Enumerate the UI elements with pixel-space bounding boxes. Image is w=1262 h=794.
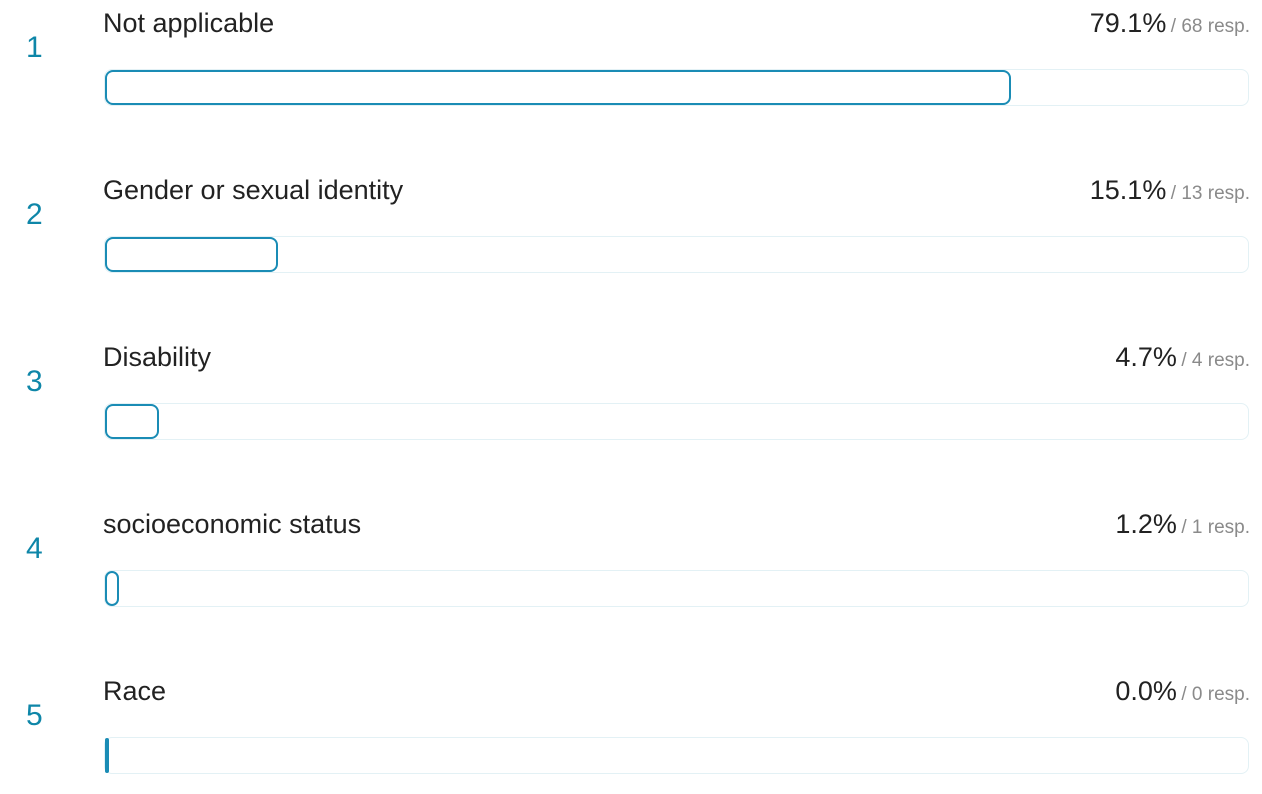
bar-fill bbox=[105, 70, 1011, 105]
rank-number: 3 bbox=[26, 365, 43, 398]
bar-fill bbox=[105, 237, 278, 272]
rank-number: 4 bbox=[26, 532, 43, 565]
bar-track bbox=[104, 236, 1249, 273]
bar-track bbox=[104, 737, 1249, 774]
response-count: / 4 resp. bbox=[1181, 350, 1250, 371]
response-count: / 0 resp. bbox=[1181, 684, 1250, 705]
bar-fill bbox=[105, 404, 159, 439]
percent-value: 1.2% bbox=[1115, 509, 1177, 539]
bar-stat: 15.1% / 13 resp. bbox=[1090, 177, 1250, 204]
bar-label: socioeconomic status bbox=[103, 509, 362, 539]
bar-label: Not applicable bbox=[103, 8, 275, 38]
bar-row: 3 Disability 4.7% / 4 resp. bbox=[0, 340, 1262, 460]
bar-row: 1 Not applicable 79.1% / 68 resp. bbox=[0, 6, 1262, 126]
bar-fill bbox=[105, 571, 119, 606]
percent-value: 0.0% bbox=[1115, 676, 1177, 706]
bar-stat: 0.0% / 0 resp. bbox=[1115, 678, 1250, 705]
rank-number: 2 bbox=[26, 198, 43, 231]
response-count: / 68 resp. bbox=[1170, 16, 1250, 37]
ranked-bar-chart: 1 Not applicable 79.1% / 68 resp. 2 Gender o… bbox=[0, 0, 1262, 774]
response-count: / 1 resp. bbox=[1181, 517, 1250, 538]
bar-label: Disability bbox=[103, 342, 212, 372]
bar-track bbox=[104, 69, 1249, 106]
bar-label: Race bbox=[103, 676, 167, 706]
bar-label: Gender or sexual identity bbox=[103, 175, 404, 205]
percent-value: 4.7% bbox=[1115, 342, 1177, 372]
percent-value: 15.1% bbox=[1089, 175, 1167, 205]
bar-fill bbox=[105, 738, 109, 773]
bar-track bbox=[104, 403, 1249, 440]
rank-number: 5 bbox=[26, 699, 43, 732]
rank-number: 1 bbox=[26, 31, 43, 64]
bar-stat: 1.2% / 1 resp. bbox=[1115, 511, 1250, 538]
bar-row: 5 Race 0.0% / 0 resp. bbox=[0, 674, 1262, 794]
bar-stat: 4.7% / 4 resp. bbox=[1115, 344, 1250, 371]
bar-track bbox=[104, 570, 1249, 607]
bar-stat: 79.1% / 68 resp. bbox=[1090, 10, 1250, 37]
response-count: / 13 resp. bbox=[1170, 183, 1250, 204]
bar-row: 2 Gender or sexual identity 15.1% / 13 res… bbox=[0, 173, 1262, 293]
percent-value: 79.1% bbox=[1089, 8, 1167, 38]
bar-row: 4 socioeconomic status 1.2% / 1 resp. bbox=[0, 507, 1262, 627]
